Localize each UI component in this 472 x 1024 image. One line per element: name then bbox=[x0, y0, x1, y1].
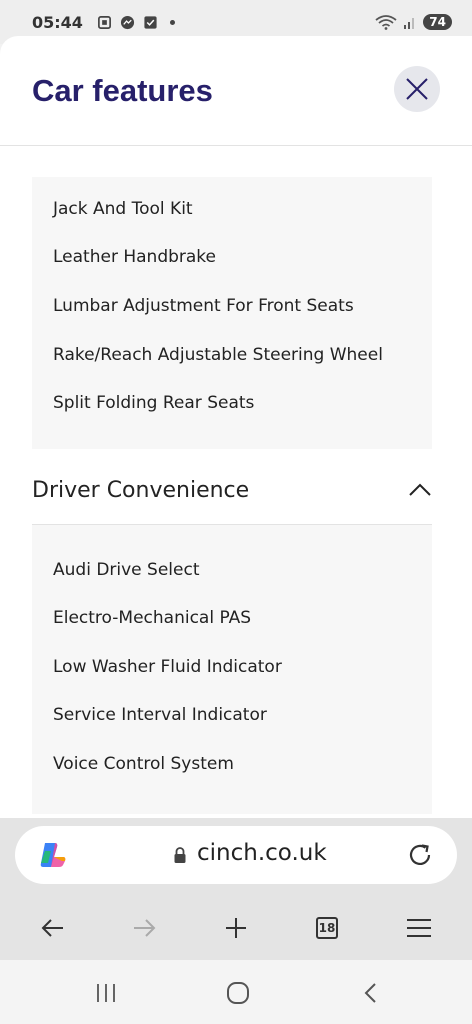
reload-icon[interactable] bbox=[407, 842, 433, 868]
arrow-right-icon bbox=[134, 919, 156, 937]
chevron-up-icon bbox=[409, 483, 431, 496]
list-item: Electro-Mechanical PAS bbox=[53, 608, 252, 628]
hamburger-menu-icon bbox=[407, 919, 431, 937]
list-item: Voice Control System bbox=[53, 754, 234, 774]
wifi-icon bbox=[375, 15, 397, 30]
signal-icon bbox=[404, 18, 415, 29]
copilot-icon[interactable] bbox=[37, 841, 67, 869]
browser-nav-row: 18 bbox=[0, 910, 472, 946]
feature-list-previous: Jack And Tool Kit Leather Handbrake Lumb… bbox=[32, 177, 432, 449]
lock-icon bbox=[174, 847, 186, 863]
sheet-header: Car features bbox=[0, 36, 472, 146]
url-text[interactable]: cinch.co.uk bbox=[197, 840, 327, 866]
home-icon bbox=[227, 982, 249, 1004]
page-title: Car features bbox=[32, 72, 213, 108]
address-bar[interactable]: cinch.co.uk bbox=[15, 826, 457, 884]
list-item: Jack And Tool Kit bbox=[53, 199, 193, 219]
list-item: Rake/Reach Adjustable Steering Wheel bbox=[53, 345, 383, 365]
close-button[interactable] bbox=[394, 66, 440, 112]
arrow-left-icon bbox=[41, 919, 63, 937]
close-icon bbox=[406, 78, 428, 100]
chevron-left-icon bbox=[364, 983, 376, 1003]
car-features-sheet: Car features Jack And Tool Kit Leather H… bbox=[0, 36, 472, 818]
status-time: 05:44 bbox=[32, 12, 83, 32]
list-item: Leather Handbrake bbox=[53, 247, 217, 267]
battery-indicator: 74 bbox=[423, 14, 452, 30]
messenger-icon bbox=[120, 15, 134, 29]
more-notifications-dot bbox=[169, 19, 175, 25]
recent-apps-button[interactable] bbox=[91, 978, 121, 1008]
feature-list-driver-convenience: Audi Drive Select Electro-Mechanical PAS… bbox=[32, 524, 432, 814]
forward-button[interactable] bbox=[126, 910, 162, 946]
menu-button[interactable] bbox=[401, 910, 437, 946]
new-tab-button[interactable] bbox=[218, 910, 254, 946]
browser-toolbar: cinch.co.uk 18 bbox=[0, 818, 472, 960]
section-header-driver-convenience[interactable]: Driver Convenience bbox=[32, 456, 432, 524]
list-item: Audi Drive Select bbox=[53, 560, 200, 580]
status-right: 74 bbox=[375, 14, 452, 30]
plus-icon bbox=[226, 918, 246, 938]
tab-count: 18 bbox=[316, 917, 338, 939]
section-title: Driver Convenience bbox=[32, 477, 250, 503]
notification-icons bbox=[97, 15, 175, 30]
checkbox-notification-icon bbox=[144, 15, 157, 29]
screenshot-icon bbox=[97, 15, 111, 29]
system-nav-bar bbox=[0, 960, 472, 1024]
list-item: Low Washer Fluid Indicator bbox=[53, 657, 282, 677]
list-item: Split Folding Rear Seats bbox=[53, 393, 255, 413]
recent-apps-icon bbox=[97, 984, 115, 1002]
system-back-button[interactable] bbox=[356, 978, 386, 1008]
list-item: Lumbar Adjustment For Front Seats bbox=[53, 296, 354, 316]
list-item: Service Interval Indicator bbox=[53, 705, 267, 725]
home-button[interactable] bbox=[223, 978, 253, 1008]
back-button[interactable] bbox=[35, 910, 71, 946]
tabs-button[interactable]: 18 bbox=[309, 910, 345, 946]
